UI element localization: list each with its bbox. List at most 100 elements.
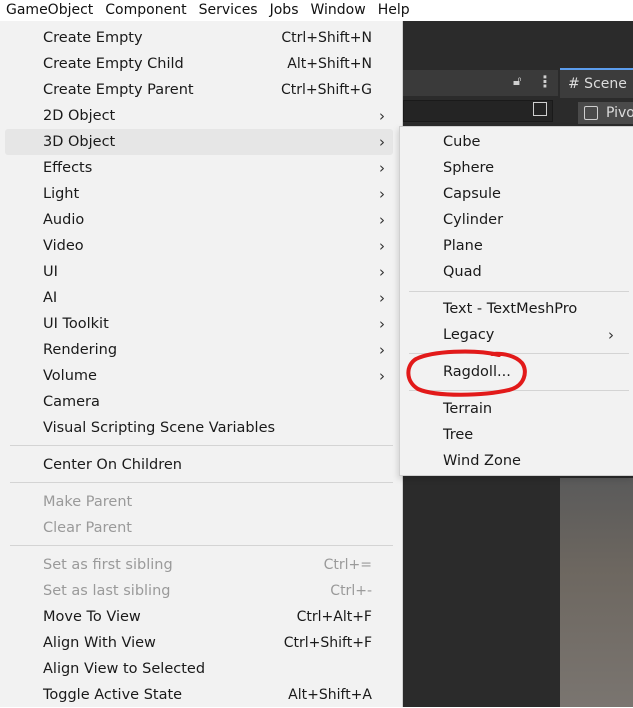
submenu-item-label: Legacy xyxy=(443,327,495,343)
submenu-item-label: Plane xyxy=(443,238,483,254)
pivot-icon xyxy=(584,106,598,120)
chevron-right-icon: › xyxy=(608,326,614,344)
menu-item-create-empty-child[interactable]: Create Empty Child Alt+Shift+N xyxy=(5,51,393,77)
menu-item-effects[interactable]: Effects › xyxy=(5,155,393,181)
more-options-icon[interactable]: ⋮ xyxy=(537,72,553,91)
menu-item-label: Align With View xyxy=(43,635,156,651)
menu-item-align-view-to-selected[interactable]: Align View to Selected xyxy=(5,656,393,682)
menu-separator xyxy=(10,545,393,546)
menu-item-rendering[interactable]: Rendering › xyxy=(5,337,393,363)
menu-item-label: Clear Parent xyxy=(43,520,132,536)
menu-item-label: Set as first sibling xyxy=(43,557,173,573)
menu-item-set-as-last-sibling: Set as last sibling Ctrl+- xyxy=(5,578,393,604)
menu-separator xyxy=(10,482,393,483)
tab-scene[interactable]: # Scene xyxy=(560,68,633,98)
chevron-right-icon: › xyxy=(379,107,385,125)
menu-item-label: Move To View xyxy=(43,609,141,625)
submenu-item-label: Tree xyxy=(443,427,474,443)
menu-item-label: Create Empty Parent xyxy=(43,82,194,98)
chevron-right-icon: › xyxy=(379,289,385,307)
menu-item-ui[interactable]: UI › xyxy=(5,259,393,285)
menu-item-label: AI xyxy=(43,290,58,306)
submenu-separator xyxy=(409,291,629,292)
menu-item-ai[interactable]: AI › xyxy=(5,285,393,311)
submenu-item-label: Cylinder xyxy=(443,212,504,228)
submenu-item-label: Quad xyxy=(443,264,482,280)
menubar: GameObject Component Services Jobs Windo… xyxy=(0,0,633,21)
menu-item-video[interactable]: Video › xyxy=(5,233,393,259)
submenu-item-legacy[interactable]: Legacy › xyxy=(400,322,633,348)
chevron-right-icon: › xyxy=(379,315,385,333)
submenu-item-label: Cube xyxy=(443,134,481,150)
submenu-item-capsule[interactable]: Capsule xyxy=(400,181,633,207)
menu-item-make-parent: Make Parent xyxy=(5,489,393,515)
menu-item-shortcut: Ctrl+Alt+F xyxy=(296,609,372,625)
menu-item-ui-toolkit[interactable]: UI Toolkit › xyxy=(5,311,393,337)
chevron-right-icon: › xyxy=(379,185,385,203)
menu-item-create-empty[interactable]: Create Empty Ctrl+Shift+N xyxy=(5,25,393,51)
menu-help[interactable]: Help xyxy=(372,0,416,21)
menu-item-label: 3D Object xyxy=(43,134,116,150)
menu-services[interactable]: Services xyxy=(193,0,264,21)
menu-component[interactable]: Component xyxy=(99,0,192,21)
menu-item-label: Audio xyxy=(43,212,85,228)
chevron-right-icon: › xyxy=(379,159,385,177)
menu-item-align-with-view[interactable]: Align With View Ctrl+Shift+F xyxy=(5,630,393,656)
menu-item-shortcut: Ctrl+Shift+F xyxy=(283,635,372,651)
menu-item-toggle-active-state[interactable]: Toggle Active State Alt+Shift+A xyxy=(5,682,393,708)
submenu-item-label: Terrain xyxy=(443,401,493,417)
menu-item-label: Align View to Selected xyxy=(43,661,206,677)
chevron-right-icon: › xyxy=(379,211,385,229)
menu-item-camera[interactable]: Camera xyxy=(5,389,393,415)
menu-window[interactable]: Window xyxy=(304,0,371,21)
chevron-right-icon: › xyxy=(379,263,385,281)
submenu-item-wind-zone[interactable]: Wind Zone xyxy=(400,448,633,474)
menu-item-create-empty-parent[interactable]: Create Empty Parent Ctrl+Shift+G xyxy=(5,77,393,103)
menu-jobs[interactable]: Jobs xyxy=(264,0,305,21)
menu-item-label: Center On Children xyxy=(43,457,182,473)
submenu-item-tree[interactable]: Tree xyxy=(400,422,633,448)
menu-item-audio[interactable]: Audio › xyxy=(5,207,393,233)
inspector-tab-strip xyxy=(403,70,558,96)
menu-item-visual-scripting-scene-variables[interactable]: Visual Scripting Scene Variables xyxy=(5,415,393,441)
menu-item-label: Visual Scripting Scene Variables xyxy=(43,420,276,436)
lock-icon[interactable]: 🔓︎ xyxy=(513,74,521,89)
menu-item-move-to-view[interactable]: Move To View Ctrl+Alt+F xyxy=(5,604,393,630)
menu-item-label: Rendering xyxy=(43,342,118,358)
scene-viewport[interactable] xyxy=(560,478,633,707)
submenu-item-terrain[interactable]: Terrain xyxy=(400,396,633,422)
submenu-item-sphere[interactable]: Sphere xyxy=(400,155,633,181)
menu-item-label: Camera xyxy=(43,394,100,410)
maximize-icon[interactable] xyxy=(533,102,547,116)
menu-item-label: Create Empty Child xyxy=(43,56,184,72)
menu-separator xyxy=(10,445,393,446)
menu-item-label: UI xyxy=(43,264,58,280)
submenu-item-plane[interactable]: Plane xyxy=(400,233,633,259)
menu-item-shortcut: Ctrl+= xyxy=(323,557,372,573)
submenu-item-cube[interactable]: Cube xyxy=(400,129,633,155)
menu-gameobject[interactable]: GameObject xyxy=(0,0,99,21)
gameobject-menu: Create Empty Ctrl+Shift+N Create Empty Chi… xyxy=(0,21,403,707)
menu-item-label: Create Empty xyxy=(43,30,143,46)
submenu-item-label: Capsule xyxy=(443,186,501,202)
chevron-right-icon: › xyxy=(379,367,385,385)
menu-item-center-on-children[interactable]: Center On Children xyxy=(5,452,393,478)
menu-item-shortcut: Ctrl+Shift+G xyxy=(280,82,372,98)
search-field[interactable] xyxy=(403,100,553,122)
menu-item-label: Light xyxy=(43,186,80,202)
menu-item-shortcut: Alt+Shift+N xyxy=(287,56,372,72)
submenu-item-label: Text - TextMeshPro xyxy=(443,301,578,317)
menu-item-light[interactable]: Light › xyxy=(5,181,393,207)
menu-item-shortcut: Ctrl+- xyxy=(330,583,372,599)
chevron-right-icon: › xyxy=(379,341,385,359)
submenu-item-cylinder[interactable]: Cylinder xyxy=(400,207,633,233)
menu-item-3d-object[interactable]: 3D Object › xyxy=(5,129,393,155)
menu-item-label: Effects xyxy=(43,160,93,176)
red-annotation-circle xyxy=(406,349,527,397)
menu-item-2d-object[interactable]: 2D Object › xyxy=(5,103,393,129)
menu-item-volume[interactable]: Volume › xyxy=(5,363,393,389)
submenu-item-label: Wind Zone xyxy=(443,453,521,469)
menu-item-label: Make Parent xyxy=(43,494,133,510)
submenu-item-quad[interactable]: Quad xyxy=(400,259,633,285)
submenu-item-text-textmeshpro[interactable]: Text - TextMeshPro xyxy=(400,296,633,322)
